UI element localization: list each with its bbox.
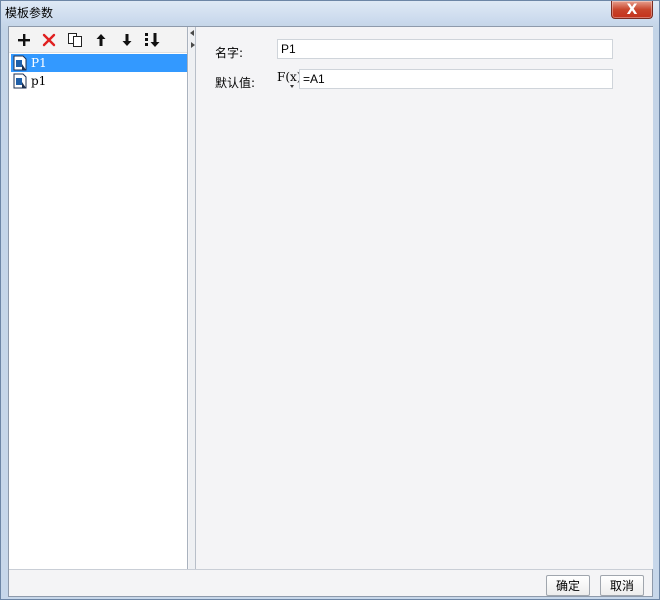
add-button[interactable] [13,30,35,50]
chevron-down-icon [290,85,294,88]
parameter-icon [13,55,27,71]
parameter-editor-pane: 名字: P1 默认值: F(x) =A1 [197,27,653,569]
add-icon [18,34,30,46]
copy-icon [68,33,82,47]
list-item-label: P1 [31,56,47,70]
ok-button[interactable]: 确定 [546,575,590,596]
move-down-button[interactable] [116,30,138,50]
list-item[interactable]: p1 [11,72,187,90]
import-button[interactable] [142,30,164,50]
collapse-left-icon[interactable] [190,30,194,36]
formula-button[interactable]: F(x) [277,70,301,88]
pane-splitter[interactable] [189,27,196,569]
default-value-label: 默认值: [215,76,256,90]
title-bar[interactable]: 模板参数 X [1,1,659,23]
dialog-footer: 确定 取消 [9,569,652,596]
parameter-list-pane: P1 p1 [9,27,188,569]
delete-icon [42,33,56,47]
list-item-label: p1 [31,74,47,88]
parameter-icon [13,73,27,89]
list-item[interactable]: P1 [11,54,187,72]
parameter-toolbar [9,27,187,53]
parameter-list: P1 p1 [9,54,187,90]
window-title: 模板参数 [5,6,54,20]
move-up-button[interactable] [90,30,112,50]
copy-button[interactable] [64,30,86,50]
expand-right-icon[interactable] [191,42,195,48]
import-icon [145,33,160,47]
close-icon: X [626,1,638,18]
default-value-input[interactable]: =A1 [299,69,613,89]
dialog-window: 模板参数 X P1 p1 名字: P1 默认值: F(x) =A1 确定 取消 [0,0,660,600]
close-button[interactable]: X [611,1,653,19]
name-input[interactable]: P1 [277,39,613,59]
move-down-icon [122,34,132,46]
move-up-icon [96,34,106,46]
delete-button[interactable] [38,30,60,50]
dialog-body: P1 p1 名字: P1 默认值: F(x) =A1 确定 取消 [8,26,653,597]
formula-icon: F(x) [277,70,302,84]
name-label: 名字: [215,46,244,60]
cancel-button[interactable]: 取消 [600,575,644,596]
